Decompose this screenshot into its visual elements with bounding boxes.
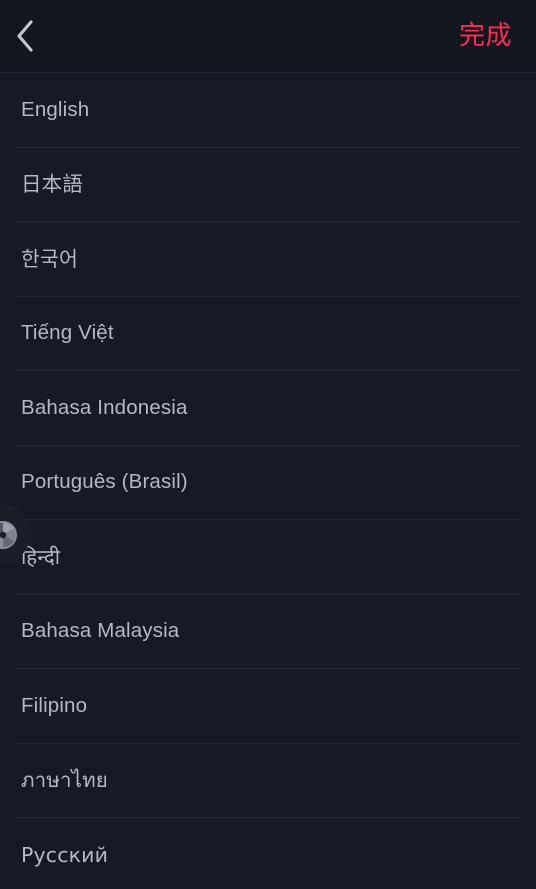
- language-row-portuguese-brazil[interactable]: Português (Brasil): [0, 446, 536, 521]
- language-label: Bahasa Malaysia: [21, 619, 180, 643]
- language-row-malay[interactable]: Bahasa Malaysia: [0, 595, 536, 670]
- language-row-korean[interactable]: 한국어: [0, 222, 536, 297]
- done-button[interactable]: 完成: [457, 19, 514, 53]
- language-selection-screen: 完成 English 日本語 한국어 Tiếng Việt Bahasa Ind…: [0, 0, 536, 889]
- language-label: Tiếng Việt: [21, 321, 114, 345]
- language-row-vietnamese[interactable]: Tiếng Việt: [0, 297, 536, 372]
- aperture-icon: [0, 520, 18, 550]
- language-row-filipino[interactable]: Filipino: [0, 669, 536, 744]
- chevron-left-icon: [14, 19, 36, 53]
- language-label: English: [21, 97, 90, 121]
- language-row-japanese[interactable]: 日本語: [0, 148, 536, 223]
- language-label: Português (Brasil): [21, 470, 188, 494]
- language-label: 日本語: [21, 172, 83, 197]
- language-label: 한국어: [21, 246, 79, 271]
- language-label: Bahasa Indonesia: [21, 395, 188, 419]
- language-row-russian[interactable]: Русский: [0, 818, 536, 889]
- navigation-bar: 完成: [0, 0, 536, 73]
- language-label: Filipino: [21, 693, 88, 717]
- language-row-hindi[interactable]: हिन्दी: [0, 520, 536, 595]
- back-button[interactable]: [14, 14, 54, 58]
- language-label: Русский: [21, 842, 109, 867]
- language-label: हिन्दी: [21, 544, 61, 569]
- language-label: ภาษาไทย: [21, 768, 108, 793]
- language-row-indonesian[interactable]: Bahasa Indonesia: [0, 371, 536, 446]
- language-row-thai[interactable]: ภาษาไทย: [0, 744, 536, 819]
- language-list: English 日本語 한국어 Tiếng Việt Bahasa Indone…: [0, 73, 536, 889]
- language-row-english[interactable]: English: [0, 73, 536, 148]
